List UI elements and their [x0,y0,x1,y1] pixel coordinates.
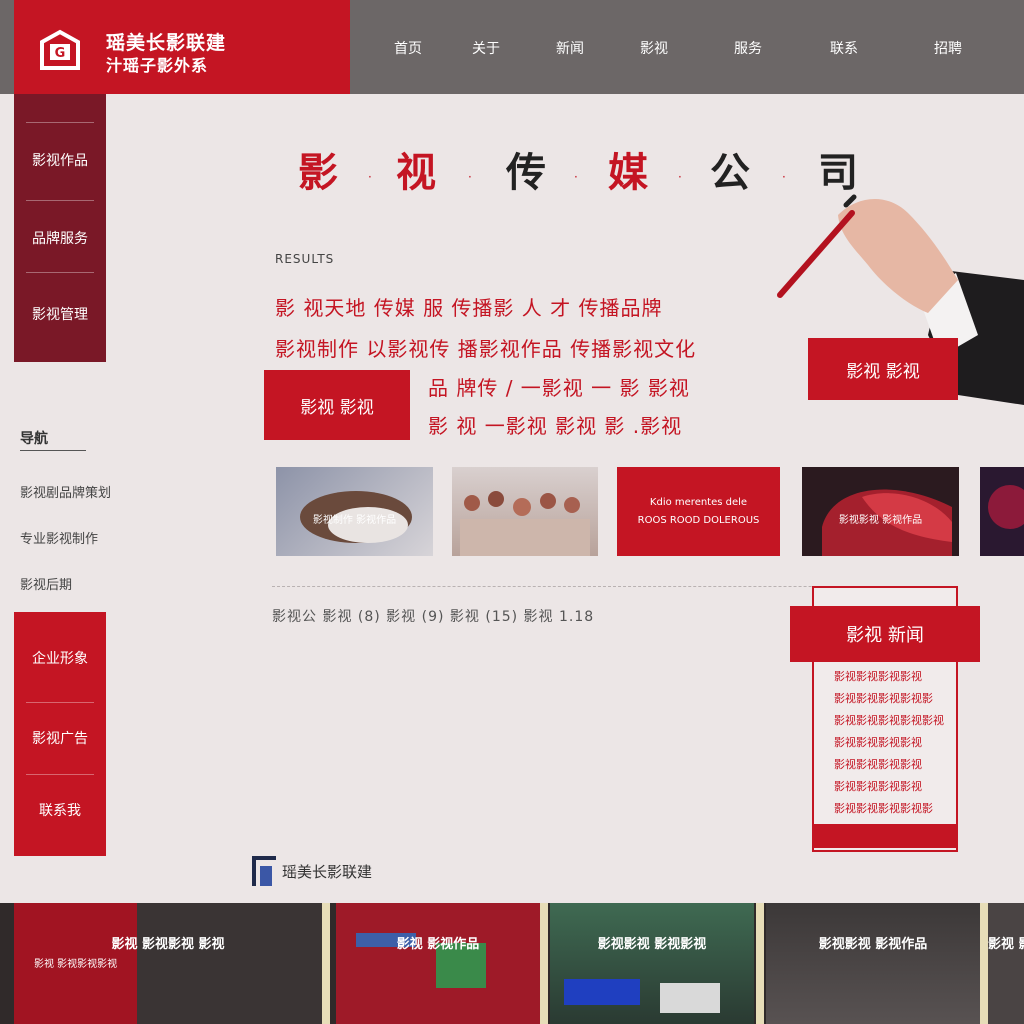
hero-text-line: 影视制作 以影视传 播影视作品 传播影视文化 [275,337,697,361]
sidebar-item-image[interactable]: 企业形象 [14,648,106,668]
sidebar-divider [26,774,94,775]
svg-text:G: G [55,46,66,61]
nav-item-services[interactable]: 服务 [734,38,762,58]
thumbnail-caption: 影视影视 影视作品 [838,515,923,526]
hero-title-dot: · [468,170,472,184]
thumbnail-card[interactable]: 影视制作 影视作品 [276,467,433,556]
sidebar-item-management[interactable]: 影视管理 [14,304,106,324]
gallery-panel[interactable]: 影视影视 影视作品 [766,903,980,1024]
sidebar-top-menu: 影视作品 品牌服务 影视管理 [14,94,106,362]
sidebar-bottom-menu: 企业形象 影视广告 联系我 [14,612,106,856]
top-navigation-bar: G 瑶美长影联建 汁瑶子影外系 首页 关于 新闻 影视 服务 联系 招聘 [0,0,1024,94]
results-label: RESULTS [275,252,335,266]
footer-logo-text: 瑶美长影联建 [282,862,373,881]
hero-title-char: 媒 [608,150,648,196]
hero-title-dot: · [678,170,682,184]
thumbnail-image [460,491,590,556]
gallery-separator [540,903,548,1024]
hero-title-char: 视 [396,150,436,196]
sidebar-divider [26,200,94,201]
news-item[interactable]: 影视影视影视影视 [834,778,922,794]
sidebar-link[interactable]: 专业影视制作 [20,528,98,547]
news-item[interactable]: 影视影视影视影视影 [834,800,933,816]
sidebar-divider [26,272,94,273]
logo-subtitle: 汁瑶子影外系 [106,56,209,75]
sidebar-item-contact[interactable]: 联系我 [14,800,106,820]
sidebar-divider [26,702,94,703]
footer-logo[interactable]: 瑶美长影联建 [252,856,372,886]
gallery-caption: 影视 影视 [988,937,1024,952]
hero-text-line: 影 视天地 传媒 服 传播影 人 才 传播品牌 [275,296,663,320]
gallery-image [356,933,486,988]
thumbnail-caption: Kdio merentes dele [649,497,748,508]
gallery-separator [756,903,764,1024]
hero-text-line: 品 牌传 / 一影视 一 影 影视 [428,376,690,400]
nav-item-news[interactable]: 新闻 [556,38,584,58]
hero-title-dot: · [368,170,372,184]
logo-title: 瑶美长影联建 [106,32,227,54]
thumbnail-card[interactable]: Kdio merentes dele ROOS ROOD DOLEROUS [617,467,780,556]
news-footer-bar [812,824,956,848]
hero-title: 影 · 视 · 传 · 媒 · 公 · 司 [298,140,878,196]
news-item[interactable]: 影视影视影视影视 [834,756,922,772]
nav-item-film[interactable]: 影视 [640,38,668,58]
nav-item-home[interactable]: 首页 [394,38,422,58]
gallery-caption: 影视 影视作品 [396,937,480,952]
sidebar-item-works[interactable]: 影视作品 [14,150,106,170]
thumbnail-card[interactable] [452,467,598,556]
news-item[interactable]: 影视影视影视影视 [834,734,922,750]
gallery-image [564,979,720,1013]
gallery-caption: 影视 影视影视 影视 [111,937,225,952]
news-item[interactable]: 影视影视影视影视影 [834,690,933,706]
gallery-panel[interactable]: 影视 影视作品 [336,903,540,1024]
hero-title-char: 公 [710,150,750,196]
hero-title-dot: · [574,170,578,184]
sidebar-item-brand[interactable]: 品牌服务 [14,228,106,248]
gallery-panel[interactable]: 影视 影视 [988,903,1024,1024]
gallery-panel[interactable]: 影视 影视影视 影视 影视 影视影视影视 [14,903,322,1024]
nav-item-jobs[interactable]: 招聘 [934,38,962,58]
gallery-caption: 影视影视 影视影视 [597,937,707,952]
thumbnail-card[interactable]: 影视影视 影视作品 [802,467,959,556]
thumbnail-caption: 影视制作 影视作品 [312,515,397,526]
news-item[interactable]: 影视影视影视影视影视 [834,712,944,728]
stats-line: 影视公 影视 (8) 影视 (9) 影视 (15) 影视 1.18 [272,609,595,625]
hero-primary-button[interactable]: 影视 影视 [264,370,410,440]
hero-title-char: 传 [506,150,546,196]
news-item[interactable]: 影视影视影视影视 [834,668,922,684]
main-nav: 首页 关于 新闻 影视 服务 联系 招聘 [350,0,1024,94]
thumbnail-image [988,485,1024,529]
footer-logo-icon [252,856,276,886]
hero-text-line: 影 视 一影视 影视 影 .影视 [428,414,683,438]
nav-item-contact[interactable]: 联系 [830,38,858,58]
hero-secondary-button[interactable]: 影视 影视 [808,338,958,400]
sidebar-link[interactable]: 影视后期 [20,574,72,593]
sidebar-divider [26,122,94,123]
gallery-caption: 影视影视 影视作品 [818,937,928,952]
brand-logo[interactable]: G 瑶美长影联建 汁瑶子影外系 [14,0,350,94]
thumbnail-card[interactable] [980,467,1024,556]
nav-item-about[interactable]: 关于 [472,38,500,58]
news-header: 影视 新闻 [790,606,980,662]
hero-title-dot: · [782,170,786,184]
hero-title-char: 影 [298,150,338,196]
sidebar-item-ads[interactable]: 影视广告 [14,728,106,748]
logo-emblem-icon: G [40,29,80,70]
gallery-subcaption: 影视 影视影视影视 [34,959,118,970]
gallery-strip: 影视 影视影视 影视 影视 影视影视影视 影视 影视作品 影视影视 影视影视 影… [0,903,1024,1024]
gallery-separator [322,903,330,1024]
sidebar-link[interactable]: 影视剧品牌策划 [20,482,111,501]
gallery-panel[interactable]: 影视影视 影视影视 [550,903,754,1024]
gallery-separator [980,903,988,1024]
sidebar-heading: 导航 [20,428,86,451]
thumbnail-caption: ROOS ROOD DOLEROUS [637,515,760,526]
